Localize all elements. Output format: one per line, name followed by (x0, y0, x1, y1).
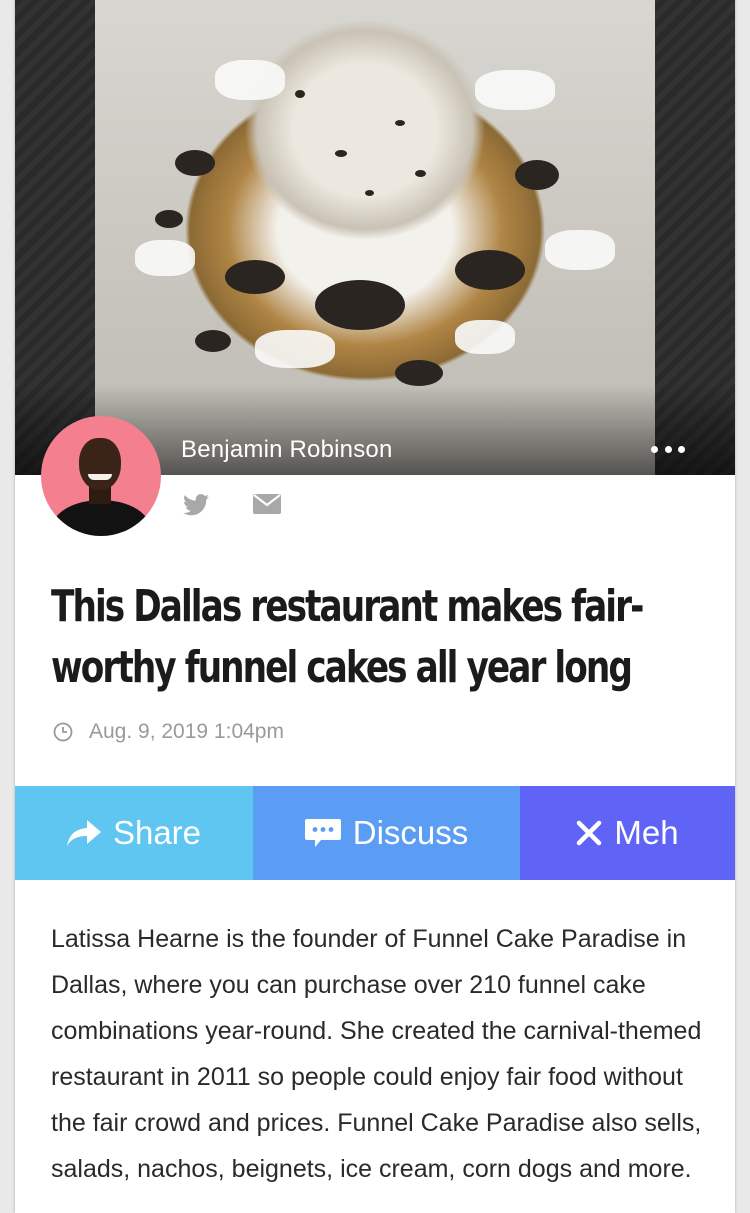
article-card: Benjamin Robinson This Dallas restaurant… (15, 0, 735, 1213)
share-label: Share (112, 814, 202, 851)
clock-icon (53, 722, 73, 742)
close-x-icon (576, 820, 602, 846)
share-arrow-icon (66, 820, 101, 846)
article-title[interactable]: This Dallas restaurant makes fair-worthy… (51, 576, 711, 698)
more-dots-icon[interactable] (651, 444, 685, 454)
email-icon[interactable] (253, 494, 281, 514)
meh-button[interactable]: Meh (520, 786, 735, 880)
author-name[interactable]: Benjamin Robinson (181, 436, 393, 464)
share-button[interactable]: Share (15, 786, 253, 880)
hero-image[interactable]: Benjamin Robinson (15, 0, 735, 475)
article-body: Latissa Hearne is the founder of Funnel … (51, 925, 702, 1183)
chat-bubble-icon (304, 819, 341, 847)
meh-label: Meh (614, 814, 679, 851)
twitter-icon[interactable] (183, 494, 209, 516)
discuss-label: Discuss (352, 814, 469, 851)
discuss-button[interactable]: Discuss (253, 786, 520, 880)
post-meta: Aug. 9, 2019 1:04pm (53, 720, 284, 744)
action-bar: Share Discuss Meh (15, 786, 735, 880)
post-timestamp: Aug. 9, 2019 1:04pm (89, 720, 284, 743)
author-avatar[interactable] (41, 416, 161, 536)
